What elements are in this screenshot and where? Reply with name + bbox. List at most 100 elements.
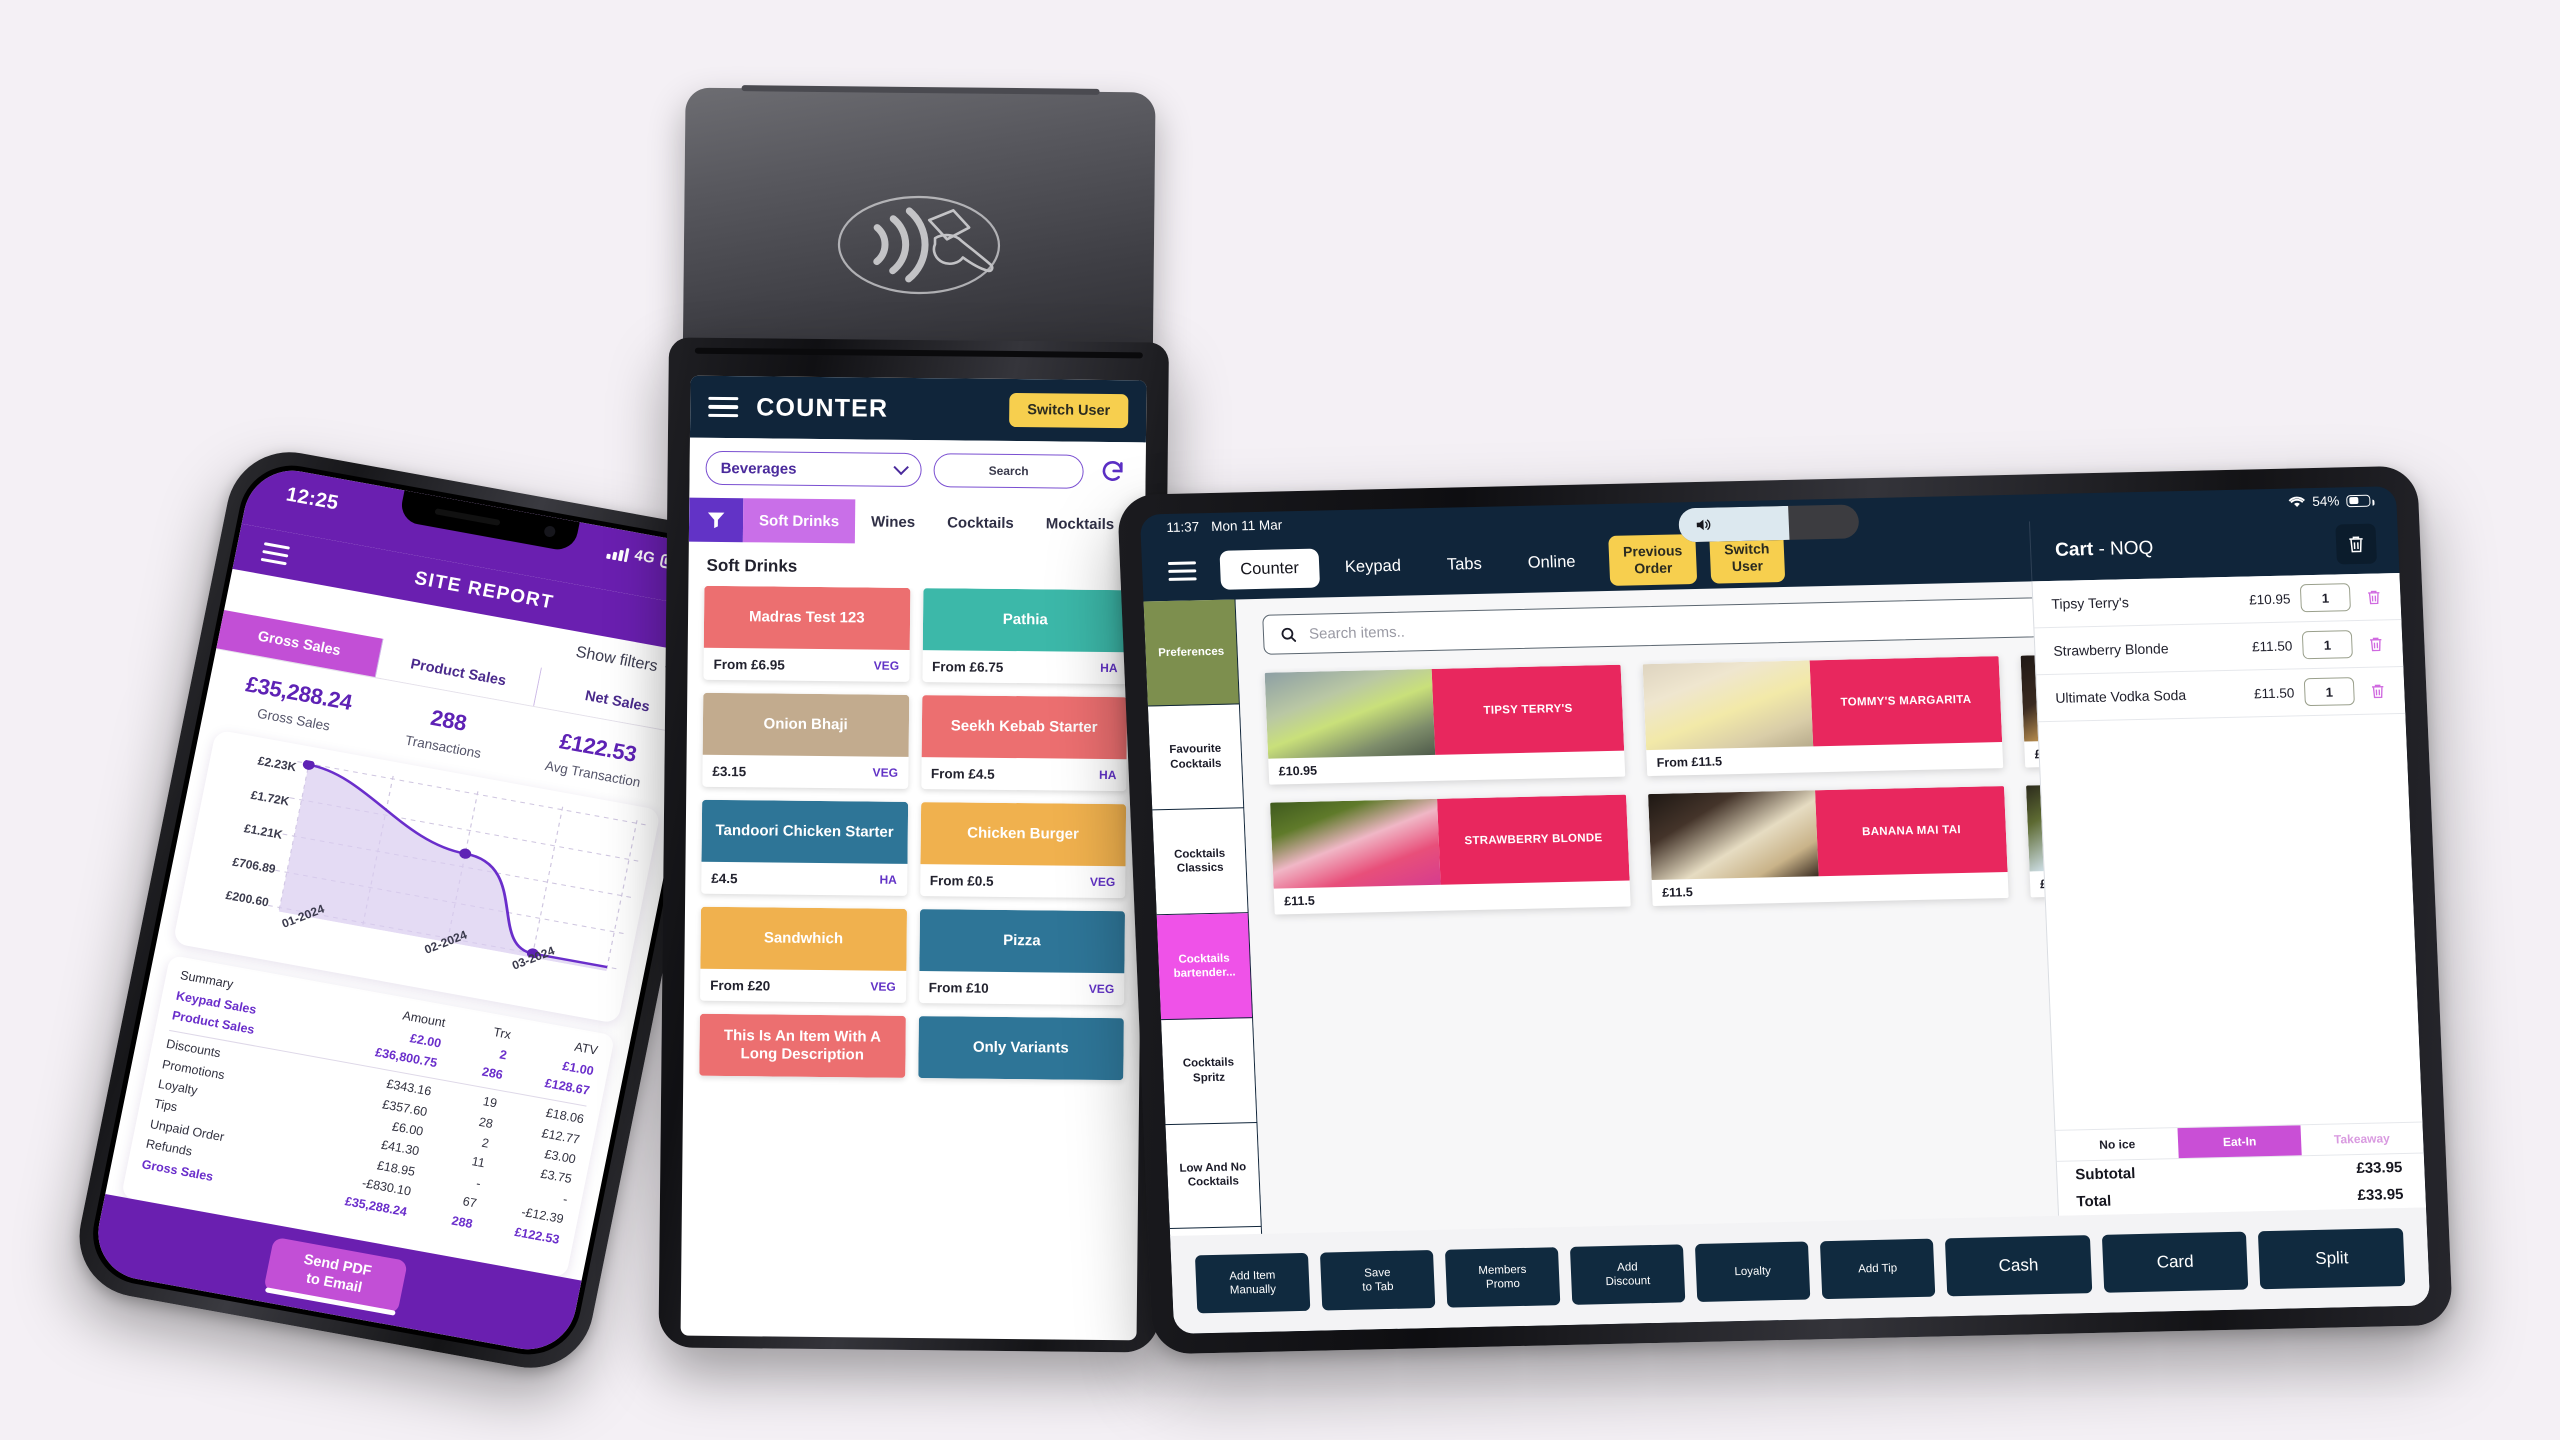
sidebar-item-preferences[interactable]: Preferences	[1143, 599, 1240, 707]
phone-screen: 12:25 4G SITE REPORT Show filters Gross …	[89, 462, 731, 1358]
cash-button[interactable]: Cash	[1944, 1235, 2093, 1297]
remove-item-button[interactable]	[2360, 587, 2387, 607]
cart-line-item[interactable]: Ultimate Vodka Soda £11.50 1	[2036, 666, 2406, 723]
tab-soft-drinks[interactable]: Soft Drinks	[742, 498, 856, 544]
tab-online[interactable]: Online	[1507, 542, 1596, 583]
product-card[interactable]: Chicken Burger From £0.5 VEG	[919, 802, 1127, 899]
cart-panel: Tipsy Terry's £10.95 1 Strawberry Blonde	[2031, 573, 2427, 1216]
drink-top: TIPSY TERRY'S	[1264, 664, 1625, 759]
cart-item-qty[interactable]: 1	[2303, 677, 2355, 707]
battery-percent: 54%	[2312, 493, 2340, 509]
trash-icon	[2369, 637, 2381, 651]
cart-line-item[interactable]: Tipsy Terry's £10.95 1	[2032, 573, 2402, 629]
mobile-phone-device: 12:25 4G SITE REPORT Show filters Gross …	[68, 442, 752, 1378]
battery-icon	[2346, 494, 2371, 507]
terminal-chassis: COUNTER Switch User Beverages Search Sof…	[658, 337, 1169, 1353]
product-card[interactable]: Onion Bhaji £3.15 VEG	[702, 692, 909, 789]
switch-user-button[interactable]: Switch User	[1009, 392, 1129, 429]
sidebar-item-low-and-no-cocktails[interactable]: Low And No Cocktails	[1165, 1122, 1262, 1230]
subtotal-label: Subtotal	[2074, 1165, 2136, 1184]
category-select[interactable]: Beverages	[705, 450, 922, 488]
drink-image-tommys-margarita	[1642, 660, 1814, 751]
product-tag: HA	[1100, 660, 1118, 676]
sidebar-item-cocktails-bartender[interactable]: Cocktails bartender...	[1156, 913, 1254, 1021]
product-card[interactable]: Only Variants	[917, 1016, 1124, 1081]
product-meta: £3.15 VEG	[702, 755, 908, 789]
front-camera	[543, 525, 557, 538]
drink-image-tipsy-terrys	[1264, 668, 1436, 759]
split-button[interactable]: Split	[2258, 1228, 2406, 1290]
product-card[interactable]: Tandoori Chicken Starter £4.5 HA	[701, 799, 908, 896]
card-button[interactable]: Card	[2101, 1231, 2249, 1293]
filter-icon[interactable]	[688, 497, 744, 543]
btn-line2: Promo	[1485, 1278, 1521, 1291]
btn-line1: Card	[2156, 1252, 2194, 1272]
add-discount-button[interactable]: Add Discount	[1569, 1244, 1686, 1305]
members-promo-button[interactable]: Members Promo	[1444, 1247, 1561, 1308]
product-card[interactable]: Madras Test 123 From £6.95 VEG	[703, 585, 910, 682]
product-card[interactable]: This Is An Item With A Long Description	[699, 1013, 906, 1078]
tab-wines[interactable]: Wines	[855, 499, 932, 544]
product-card[interactable]: Pizza From £10 VEG	[918, 909, 1126, 1006]
terminal-header: COUNTER Switch User	[689, 375, 1147, 443]
cart-item-qty[interactable]: 1	[2299, 583, 2351, 613]
drink-card[interactable]: TOMMY'S MARGARITA From £11.5	[1642, 656, 2004, 777]
product-card[interactable]: Sandwhich From £20 VEG	[700, 906, 907, 1003]
terminal-screen: COUNTER Switch User Beverages Search Sof…	[680, 375, 1147, 1341]
product-name: Chicken Burger	[919, 802, 1127, 867]
btn-line2: Manually	[1229, 1283, 1277, 1297]
remove-item-button[interactable]	[2364, 681, 2391, 701]
sidebar-item-cocktails-classics[interactable]: Cocktails Classics	[1152, 808, 1249, 916]
drink-card[interactable]: STRAWBERRY BLONDE £11.5	[1270, 794, 1631, 915]
total-label: Total	[2076, 1192, 2112, 1211]
remove-item-button[interactable]	[2362, 634, 2389, 654]
product-card[interactable]: Seekh Kebab Starter From £4.5 HA	[920, 695, 1128, 792]
product-tag: VEG	[870, 979, 896, 994]
add-item-manually-button[interactable]: Add Item Manually	[1194, 1252, 1311, 1314]
product-price: From £4.5	[930, 765, 995, 782]
drink-card[interactable]: TIPSY TERRY'S £10.95	[1264, 664, 1626, 785]
product-price: £3.15	[712, 763, 747, 779]
drink-top: BANANA MAI TAI	[1648, 786, 2008, 881]
clear-cart-button[interactable]	[2335, 523, 2378, 565]
drink-card[interactable]: BANANA MAI TAI £11.5	[1648, 786, 2009, 907]
tab-keypad[interactable]: Keypad	[1324, 546, 1422, 587]
option-eat-in[interactable]: Eat-In	[2177, 1125, 2302, 1159]
sidebar-item-cocktails-spritz[interactable]: Cocktails Spritz	[1161, 1017, 1258, 1125]
refresh-icon[interactable]	[1095, 455, 1129, 489]
tablet-screen: 11:37 Mon 11 Mar 54% Counter Keypad Tabs…	[1139, 486, 2431, 1334]
volume-level	[1678, 505, 1790, 543]
y-tick: £1.72K	[249, 787, 291, 809]
hamburger-icon[interactable]	[708, 396, 739, 418]
add-tip-button[interactable]: Add Tip	[1819, 1238, 1936, 1300]
tab-tabs[interactable]: Tabs	[1426, 544, 1502, 585]
status-left: 11:37 Mon 11 Mar	[1166, 517, 1282, 535]
cart-line-item[interactable]: Strawberry Blonde £11.50 1	[2034, 619, 2404, 676]
loyalty-button[interactable]: Loyalty	[1694, 1241, 1811, 1303]
search-input[interactable]: Search	[933, 453, 1084, 489]
product-name: Seekh Kebab Starter	[921, 695, 1128, 760]
option-no-ice[interactable]: No ice	[2055, 1128, 2179, 1161]
status-time: 12:25	[284, 483, 341, 515]
cart-item-qty[interactable]: 1	[2301, 630, 2353, 660]
main-nav: Counter Keypad Tabs Online	[1219, 542, 1596, 590]
y-tick: £706.89	[231, 854, 277, 876]
hamburger-icon[interactable]	[260, 541, 291, 565]
tab-mocktails[interactable]: Mocktails	[1030, 501, 1131, 546]
tab-counter[interactable]: Counter	[1219, 548, 1320, 590]
option-takeaway[interactable]: Takeaway	[2300, 1123, 2424, 1156]
hamburger-icon[interactable]	[1167, 560, 1197, 581]
tab-cocktails[interactable]: Cocktails	[931, 500, 1030, 545]
total-value: £33.95	[2357, 1185, 2404, 1205]
drink-name: TIPSY TERRY'S	[1431, 664, 1625, 755]
y-tick: £2.23K	[256, 753, 298, 775]
sidebar-item-favourite-cocktails[interactable]: Favourite Cocktails	[1147, 704, 1245, 811]
product-card[interactable]: Pathia From £6.75 HA	[921, 588, 1129, 685]
previous-order-button[interactable]: Previous Order	[1608, 534, 1698, 586]
cart-item-price: £10.95	[2248, 591, 2291, 607]
save-to-tab-button[interactable]: Save to Tab	[1319, 1250, 1436, 1311]
volume-hud	[1678, 504, 1860, 543]
phone-chassis: 12:25 4G SITE REPORT Show filters Gross …	[68, 442, 752, 1378]
product-meta: From £20 VEG	[700, 969, 906, 1003]
btn-line1: Save	[1363, 1266, 1391, 1280]
